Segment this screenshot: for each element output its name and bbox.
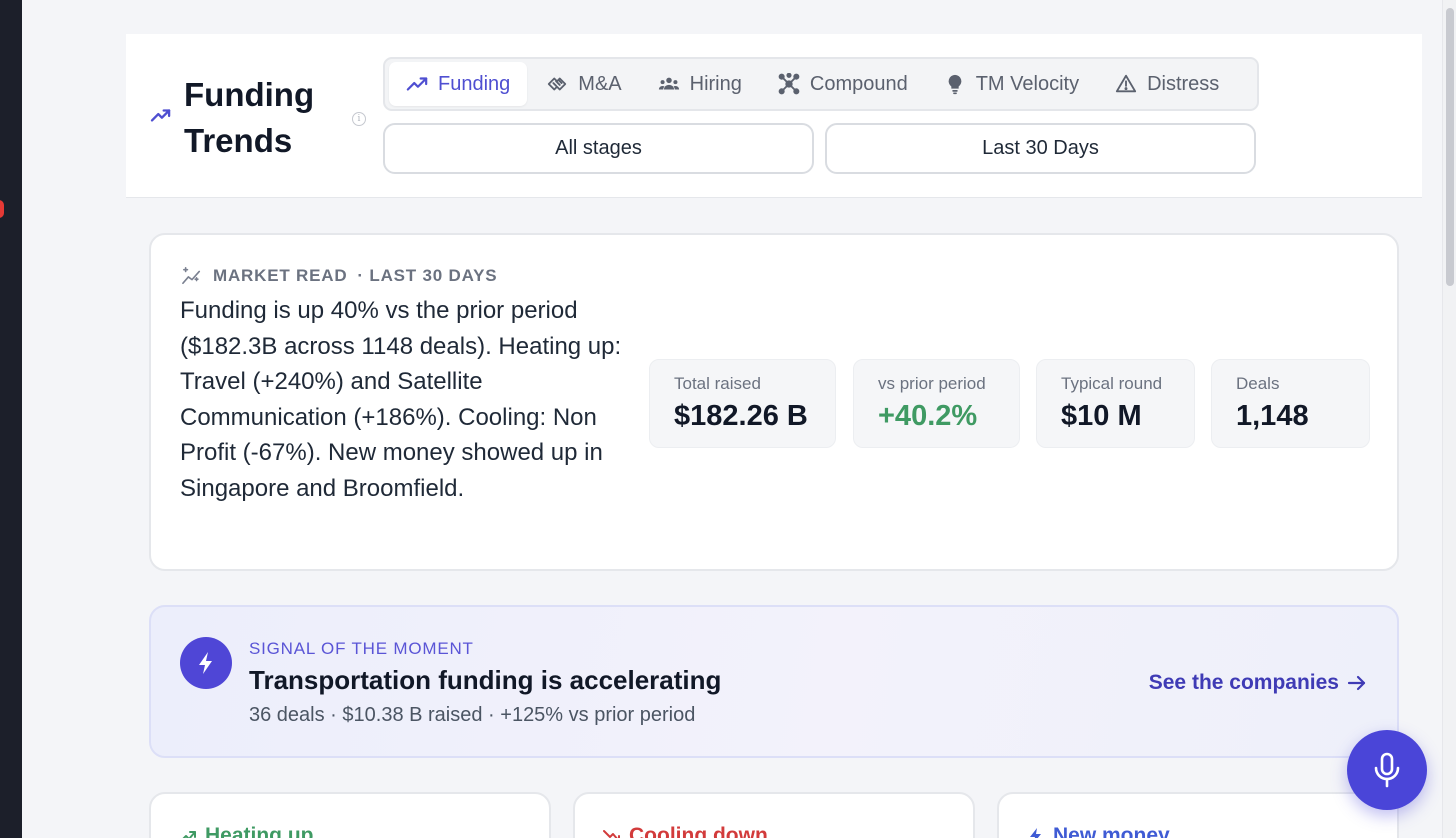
arrow-right-icon (1347, 675, 1366, 691)
stat-label: Deals (1236, 374, 1280, 393)
tab-ma[interactable]: M&A (529, 62, 638, 106)
lightbulb-icon (948, 74, 962, 95)
stat-value: 1,148 (1236, 400, 1309, 432)
stat-value: $182.26 B (674, 400, 808, 432)
panel-title: Heating up (179, 824, 314, 838)
tab-label: TM Velocity (975, 72, 1080, 95)
panel-title-label: Heating up (205, 824, 314, 838)
page-title: Funding Trends (184, 76, 315, 159)
stat-typical-round: Typical round $10 M (1036, 359, 1195, 448)
tab-label: Compound (809, 72, 908, 95)
tab-funding[interactable]: Funding (389, 62, 528, 106)
stat-vs-prior: vs prior period +40.2% (853, 359, 1020, 448)
tab-label: Funding (438, 72, 511, 95)
stage-filter-select[interactable]: All stages (383, 123, 814, 174)
tab-label: Hiring (689, 72, 742, 95)
panel-new-money: New money (997, 792, 1399, 838)
voice-assistant-button[interactable] (1347, 730, 1427, 810)
sparkle-chart-icon (182, 267, 201, 285)
left-rail (0, 0, 22, 838)
tab-tm-velocity[interactable]: TM Velocity (927, 62, 1096, 106)
signal-card: SIGNAL OF THE MOMENT Transportation fund… (149, 605, 1399, 758)
market-read-title: MARKET READ (213, 266, 348, 285)
stat-label: Total raised (674, 374, 761, 393)
info-icon[interactable]: i (352, 112, 366, 126)
panel-title: New money (1027, 824, 1170, 838)
alert-triangle-icon (1115, 74, 1137, 93)
signal-headline: Transportation funding is accelerating (249, 665, 722, 695)
stat-total-raised: Total raised $182.26 B (649, 359, 836, 448)
stat-value: $10 M (1061, 400, 1142, 432)
date-range-select[interactable]: Last 30 Days (825, 123, 1256, 174)
panel-cooling-down: Cooling down (573, 792, 975, 838)
signal-meta: 36 deals · $10.38 B raised · +125% vs pr… (249, 704, 696, 726)
stat-deals: Deals 1,148 (1211, 359, 1370, 448)
scrollbar-thumb[interactable] (1446, 8, 1454, 286)
panel-title: Cooling down (603, 824, 768, 838)
panel-heating-up: Heating up (149, 792, 551, 838)
stat-label: vs prior period (878, 374, 986, 393)
bolt-icon (180, 637, 232, 689)
handshake-icon (548, 77, 567, 91)
users-icon (658, 77, 679, 90)
signal-kicker: SIGNAL OF THE MOMENT (249, 639, 474, 658)
tab-label: Distress (1147, 72, 1220, 95)
trending-up-icon (182, 831, 196, 838)
tab-distress[interactable]: Distress (1098, 62, 1236, 106)
tab-label: M&A (578, 72, 622, 95)
market-read-card: MARKET READ · LAST 30 DAYS Funding is up… (149, 233, 1399, 571)
see-companies-link[interactable]: See the companies (1149, 671, 1367, 695)
stat-label: Typical round (1061, 374, 1163, 393)
panel-title-label: Cooling down (629, 824, 768, 838)
link-label: See the companies (1148, 671, 1339, 694)
notification-dot (0, 200, 4, 218)
view-tabs: Funding M&A Hiring Compound TM Velocity … (383, 57, 1259, 111)
market-read-summary: Funding is up 40% vs the prior period ($… (180, 297, 622, 502)
trending-up-icon (150, 109, 171, 122)
lightning-icon (1030, 828, 1041, 838)
lightning-icon (199, 652, 212, 674)
page-header: Funding Trends i Funding M&A Hiring Comp… (126, 34, 1422, 198)
trending-down-icon (603, 830, 620, 838)
tab-compound[interactable]: Compound (761, 62, 925, 106)
stat-value: +40.2% (878, 400, 978, 432)
market-read-period: · LAST 30 DAYS (357, 266, 498, 285)
trending-up-icon (406, 77, 428, 91)
panel-title-label: New money (1053, 824, 1170, 838)
microphone-icon (1374, 752, 1400, 788)
tab-hiring[interactable]: Hiring (641, 62, 759, 106)
network-icon (778, 73, 800, 95)
market-read-label: MARKET READ · LAST 30 DAYS (181, 266, 497, 286)
scrollbar[interactable] (1442, 0, 1456, 838)
